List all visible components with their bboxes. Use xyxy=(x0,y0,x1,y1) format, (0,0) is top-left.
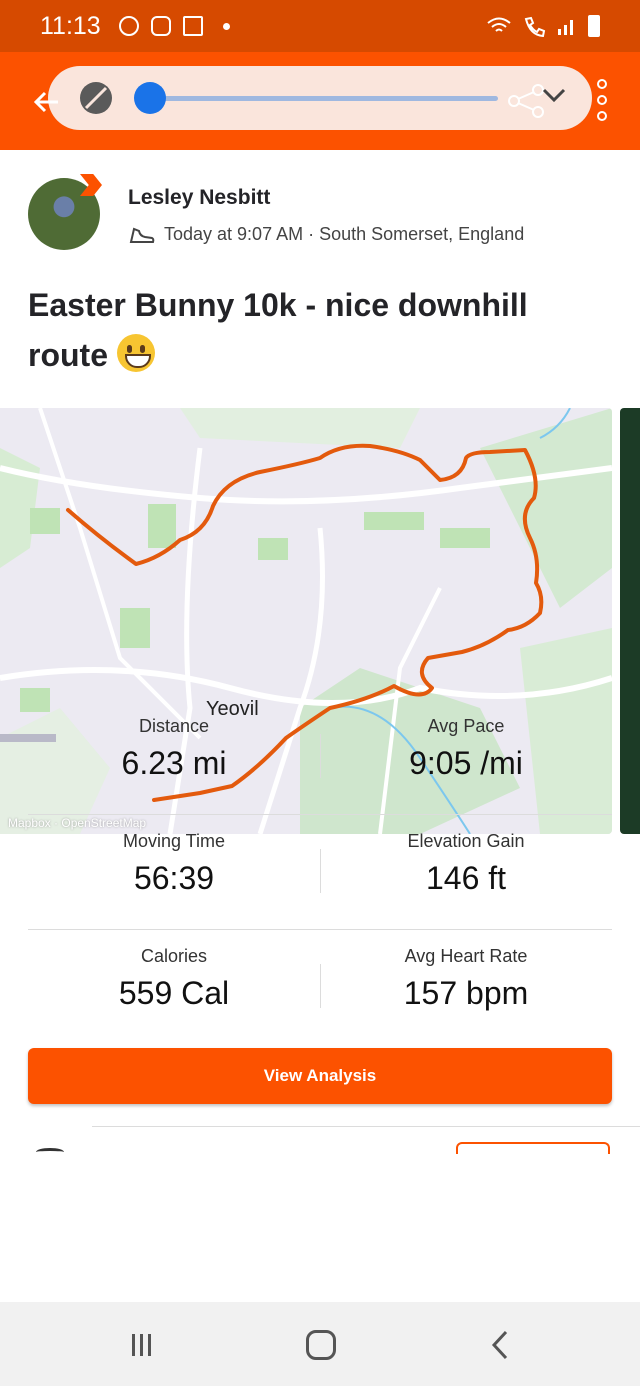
status-time: 11:13 xyxy=(40,11,101,40)
stat-calories: Calories 559 Cal xyxy=(28,930,320,1045)
mute-icon[interactable] xyxy=(80,82,112,114)
more-vertical-icon[interactable] xyxy=(594,78,610,122)
stat-value: 146 ft xyxy=(425,860,507,896)
app-bar xyxy=(0,52,640,150)
stat-avg-pace: Avg Pace 9:05 /mi xyxy=(320,700,612,814)
stat-value: 559 Cal xyxy=(118,975,230,1011)
battery-icon xyxy=(588,15,600,37)
stat-value: 6.23 mi xyxy=(121,745,227,781)
next-avatar-peek xyxy=(36,1148,64,1156)
system-nav-bar xyxy=(0,1302,640,1386)
view-analysis-button[interactable]: View Analysis xyxy=(28,1048,612,1104)
home-icon[interactable] xyxy=(306,1330,336,1360)
run-shoe-icon xyxy=(129,227,155,243)
progress-knob[interactable] xyxy=(134,82,166,114)
mail-icon xyxy=(182,16,203,36)
stat-value: 157 bpm xyxy=(403,975,529,1011)
stat-avg-heart-rate: Avg Heart Rate 157 bpm xyxy=(320,930,612,1045)
back-icon[interactable] xyxy=(490,1330,510,1360)
next-media-peek[interactable] xyxy=(620,408,640,834)
back-arrow-icon[interactable] xyxy=(32,88,60,116)
stat-label: Calories xyxy=(140,946,208,966)
divider xyxy=(92,1126,640,1127)
stat-label: Avg Heart Rate xyxy=(404,946,528,966)
stat-label: Avg Pace xyxy=(427,716,505,736)
stat-elevation-gain: Elevation Gain 146 ft xyxy=(320,815,612,929)
wifi-icon xyxy=(487,17,511,32)
whatsapp-icon xyxy=(118,16,139,36)
stat-value: 56:39 xyxy=(133,860,215,896)
grinning-face-icon xyxy=(116,334,155,372)
call-icon xyxy=(524,16,546,37)
activity-meta: Today at 9:07 AM · South Somerset, Engla… xyxy=(128,224,524,245)
stat-label: Distance xyxy=(138,716,210,736)
activity-title[interactable]: Easter Bunny 10k - nice downhill route xyxy=(28,280,608,380)
stat-distance: Distance 6.23 mi xyxy=(28,700,320,814)
stat-label: Elevation Gain xyxy=(407,831,525,851)
snapchat-icon xyxy=(150,16,171,36)
progress-track[interactable] xyxy=(150,96,498,101)
recent-apps-icon[interactable] xyxy=(130,1332,154,1358)
chevron-down-icon[interactable] xyxy=(540,86,568,106)
activity-meta-text: Today at 9:07 AM · South Somerset, Engla… xyxy=(164,224,525,244)
status-bar: 11:13 xyxy=(0,0,640,52)
athlete-name[interactable]: Lesley Nesbitt xyxy=(128,186,270,210)
activity-title-text: Easter Bunny 10k - nice downhill route xyxy=(28,287,528,373)
signal-icon xyxy=(558,20,573,35)
dot-icon xyxy=(222,22,230,30)
stats-row: Distance 6.23 mi Avg Pace 9:05 /mi xyxy=(28,700,612,815)
stat-moving-time: Moving Time 56:39 xyxy=(28,815,320,929)
activity-stats: Distance 6.23 mi Avg Pace 9:05 /mi Movin… xyxy=(28,700,612,1045)
stats-row: Calories 559 Cal Avg Heart Rate 157 bpm xyxy=(28,930,612,1045)
stat-value: 9:05 /mi xyxy=(409,745,523,781)
next-button-peek[interactable] xyxy=(456,1142,610,1154)
stat-label: Moving Time xyxy=(122,831,226,851)
stats-row: Moving Time 56:39 Elevation Gain 146 ft xyxy=(28,815,612,930)
